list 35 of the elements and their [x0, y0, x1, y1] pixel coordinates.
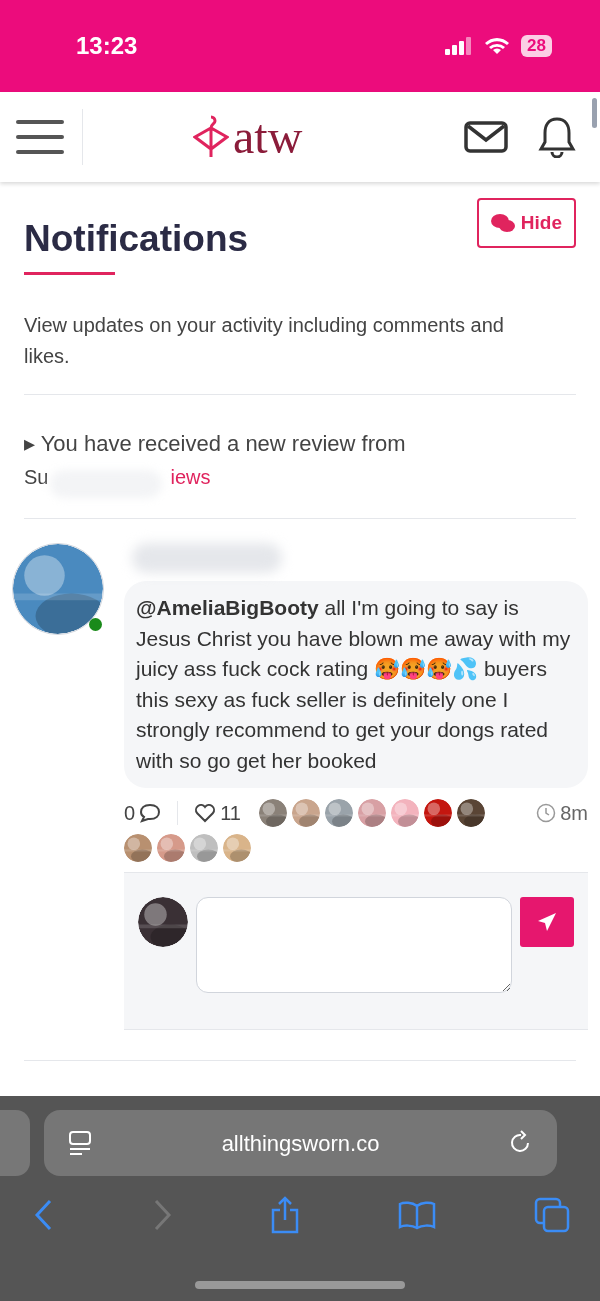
tabs-icon[interactable] — [534, 1197, 570, 1233]
book-icon[interactable] — [398, 1200, 436, 1230]
battery-indicator: 28 — [521, 35, 552, 57]
heart-icon — [194, 803, 217, 824]
page-description: View updates on your activity including comments and likes. — [24, 313, 505, 370]
clock-icon — [536, 803, 557, 824]
address-bar[interactable]: allthingsworn.co — [44, 1110, 557, 1176]
reviews-link[interactable]: iews — [170, 462, 211, 493]
reviewer-name: Su — [24, 465, 49, 491]
comment-time: 8m — [536, 798, 588, 829]
comment-count[interactable]: 0 — [124, 798, 162, 829]
hanger-icon — [193, 115, 229, 159]
paper-plane-icon — [537, 912, 557, 933]
menu-icon[interactable] — [16, 117, 64, 157]
notification-text: ▸ You have received a new review from — [24, 431, 406, 457]
like-count[interactable]: 11 — [194, 798, 241, 829]
page-title: Notifications — [24, 217, 249, 261]
mail-icon[interactable] — [464, 121, 508, 153]
speech-bubble-icon — [139, 803, 162, 824]
share-icon[interactable] — [270, 1196, 300, 1234]
forward-icon[interactable] — [152, 1199, 172, 1231]
bell-icon[interactable] — [538, 116, 576, 158]
site-logo[interactable]: atw — [193, 113, 303, 161]
signal-icon — [445, 37, 474, 55]
clock: 13:23 — [76, 31, 138, 61]
url-text: allthingsworn.co — [221, 1129, 380, 1158]
chat-bubbles-icon — [490, 213, 515, 233]
back-icon[interactable] — [34, 1199, 54, 1231]
reader-icon[interactable] — [68, 1130, 92, 1156]
scrollbar[interactable] — [592, 98, 597, 128]
reply-input[interactable] — [196, 897, 512, 994]
comment-text: @AmeliaBigBooty all I'm going to say is Jesus Christ you have blown me away with my juicy ass fuck cock rating 🥵🥵🥵💦 buyers this sexy as fuck seller is definitely one I strongly recommend to get your dongs rated with so go get her booked — [136, 595, 572, 774]
send-button[interactable] — [520, 897, 574, 948]
hide-button[interactable]: Hide — [476, 198, 576, 248]
wifi-icon — [485, 37, 510, 55]
